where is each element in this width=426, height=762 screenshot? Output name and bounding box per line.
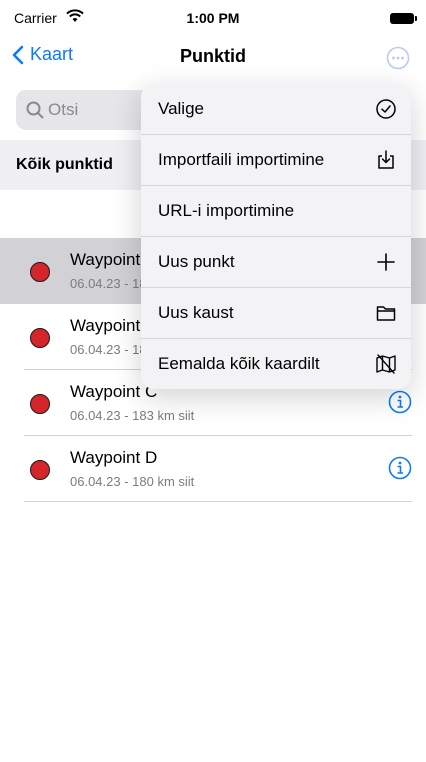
waypoint-marker-icon [30,262,50,282]
list-item[interactable]: Waypoint D 06.04.23 - 180 km siit [0,436,426,502]
row-divider [24,501,412,502]
menu-item-new-point[interactable]: Uus punkt [141,237,411,288]
ellipsis-circle-icon [386,46,410,70]
search-icon [26,101,44,119]
waypoint-subtitle: 06.04.23 - 180 km siit [70,474,195,489]
menu-item-label: Importfaili importimine [158,150,325,169]
menu-item-import-url[interactable]: URL-i importimine [141,186,411,237]
status-bar: Carrier 1:00 PM [0,0,426,34]
import-icon [378,150,394,169]
menu-item-label: Uus punkt [158,252,235,271]
menu-item-import-file[interactable]: Importfaili importimine [141,135,411,186]
info-icon[interactable] [388,456,412,480]
menu-item-remove-all-from-map[interactable]: Eemalda kõik kaardilt [141,339,411,389]
navigation-bar: Kaart Punktid [0,34,426,84]
waypoint-title: Waypoint D [70,448,158,467]
battery-icon [390,13,417,24]
menu-item-select[interactable]: Valige [141,84,411,135]
folder-icon [376,306,396,321]
more-options-button[interactable] [386,46,410,70]
waypoint-marker-icon [30,394,50,414]
plus-icon [377,253,395,271]
checkmark-circle-icon [376,99,396,119]
menu-item-label: Valige [158,99,204,118]
waypoint-marker-icon [30,460,50,480]
waypoint-subtitle: 06.04.23 - 183 km siit [70,408,195,423]
clock: 1:00 PM [186,10,240,26]
menu-item-new-folder[interactable]: Uus kaust [141,288,411,339]
info-icon[interactable] [388,390,412,414]
waypoint-marker-icon [30,328,50,348]
menu-item-label: Uus kaust [158,303,234,322]
section-label[interactable]: Kõik punktid [16,156,113,174]
menu-item-label: Eemalda kõik kaardilt [158,354,320,373]
search-placeholder: Otsi [48,100,79,119]
menu-item-label: URL-i importimine [158,201,295,220]
context-menu: Valige Importfaili importimine URL-i imp… [141,84,411,389]
page-title: Punktid [180,46,246,66]
map-slash-icon [376,354,396,374]
